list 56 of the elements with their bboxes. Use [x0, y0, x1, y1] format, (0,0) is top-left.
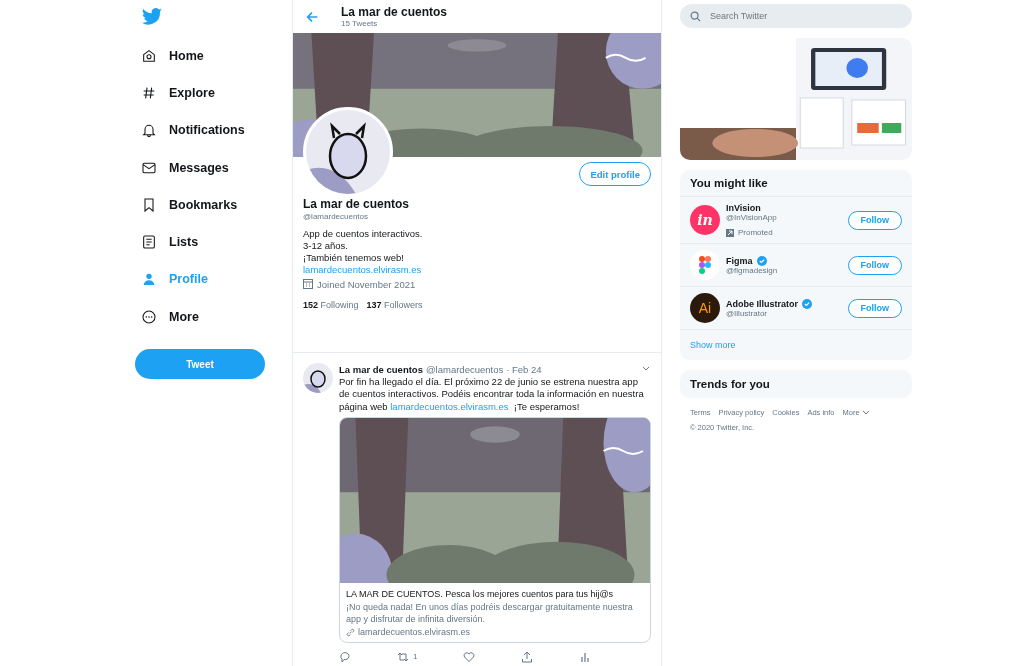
joined-date: Joined November 2021 — [317, 278, 416, 291]
home-icon — [141, 47, 157, 64]
account-name[interactable]: Adobe Illustrator — [726, 298, 798, 309]
follow-count-link[interactable]: 152 Following — [303, 300, 359, 312]
author-handle: @lamardecuentos — [425, 363, 504, 376]
tweet-date: · Feb 24 — [506, 363, 542, 376]
card-url: lamardecuentos.elvirasm.es — [358, 625, 471, 639]
promoted-label: Promoted — [738, 228, 773, 237]
account-handle: @Illustrator — [726, 308, 769, 318]
panel-title: You might like — [680, 170, 912, 197]
account-logo-icon: Ai — [690, 293, 720, 323]
card-title: LA MAR DE CUENTOS. Pesca los mejores cuentos para tus hij@s — [346, 588, 615, 601]
profile-title: La mar de cuentos — [341, 5, 448, 19]
promoted-icon — [726, 228, 734, 237]
calendar-icon — [303, 279, 313, 290]
retweet-icon[interactable] — [396, 651, 409, 664]
bio-line: App de cuentos interactivos. — [303, 228, 424, 240]
share-icon[interactable] — [521, 651, 534, 664]
person-icon — [141, 271, 157, 288]
card-description: ¡No queda nada! En unos días podréis descargar gratuitamente nuestra app y disfrutar de infinita diversión. — [346, 600, 634, 626]
account-name[interactable]: Figma — [726, 255, 753, 266]
tweet-text: Por fin ha llegado el día. El próximo 22 de junio se estrena nuestra app de cuentos interactivos. Podéis encontrar toda la información en nuestra página web lamardecuentos.elvirasm.es ¡Te esperamos! — [339, 375, 645, 413]
search-field[interactable]: Search Twitter — [680, 4, 912, 28]
reply-icon[interactable] — [339, 651, 351, 664]
link-card[interactable]: LA MAR DE CUENTOS. Pesca los mejores cuentos para tus hij@s ¡No queda nada! En unos días podréis descargar gratuitamente nuestra app y disfrutar de infinita diversión. lamardecuentos.elvirasm.es — [339, 417, 651, 644]
account-logo-icon: in — [690, 205, 720, 235]
avatar — [303, 362, 333, 393]
profile-handle: @lamardecuentos — [303, 212, 370, 222]
list-icon — [141, 234, 157, 251]
nav-item[interactable]: Bookmarks — [135, 186, 238, 224]
nav-item[interactable]: Home — [135, 37, 204, 75]
back-arrow-icon[interactable] — [305, 9, 319, 24]
nav-item[interactable]: More — [135, 298, 199, 336]
account-handle: @figmadesign — [726, 265, 779, 275]
nav-item[interactable]: Explore — [135, 74, 215, 112]
tweet-count: 15 Tweets — [341, 19, 379, 28]
account-name[interactable]: InVision — [726, 203, 761, 213]
follow-count-link[interactable]: 137 Followers — [366, 300, 423, 312]
author-name[interactable]: La mar de cuentos — [339, 363, 423, 376]
bird-logo-icon[interactable] — [141, 7, 163, 27]
analytics-icon[interactable] — [578, 651, 591, 664]
account-handle: @InVisionApp — [726, 213, 778, 222]
bio-line: 3-12 años. — [303, 239, 349, 252]
retweet-count: 1 — [412, 652, 418, 663]
bookmark-icon — [141, 196, 157, 213]
heart-icon[interactable] — [463, 651, 476, 664]
nav-item[interactable]: Lists — [135, 223, 199, 261]
bio-line: ¡También tenemos web! — [303, 251, 405, 264]
bell-icon — [141, 122, 157, 139]
nav-item[interactable]: Messages — [135, 148, 229, 187]
profile-name: La mar de cuentos — [303, 197, 411, 212]
link-icon — [346, 627, 355, 637]
caret-icon[interactable] — [861, 409, 870, 416]
more-icon — [141, 308, 157, 325]
nav-item[interactable]: Notifications — [135, 111, 245, 149]
panel-title: Trends for you — [689, 377, 771, 392]
